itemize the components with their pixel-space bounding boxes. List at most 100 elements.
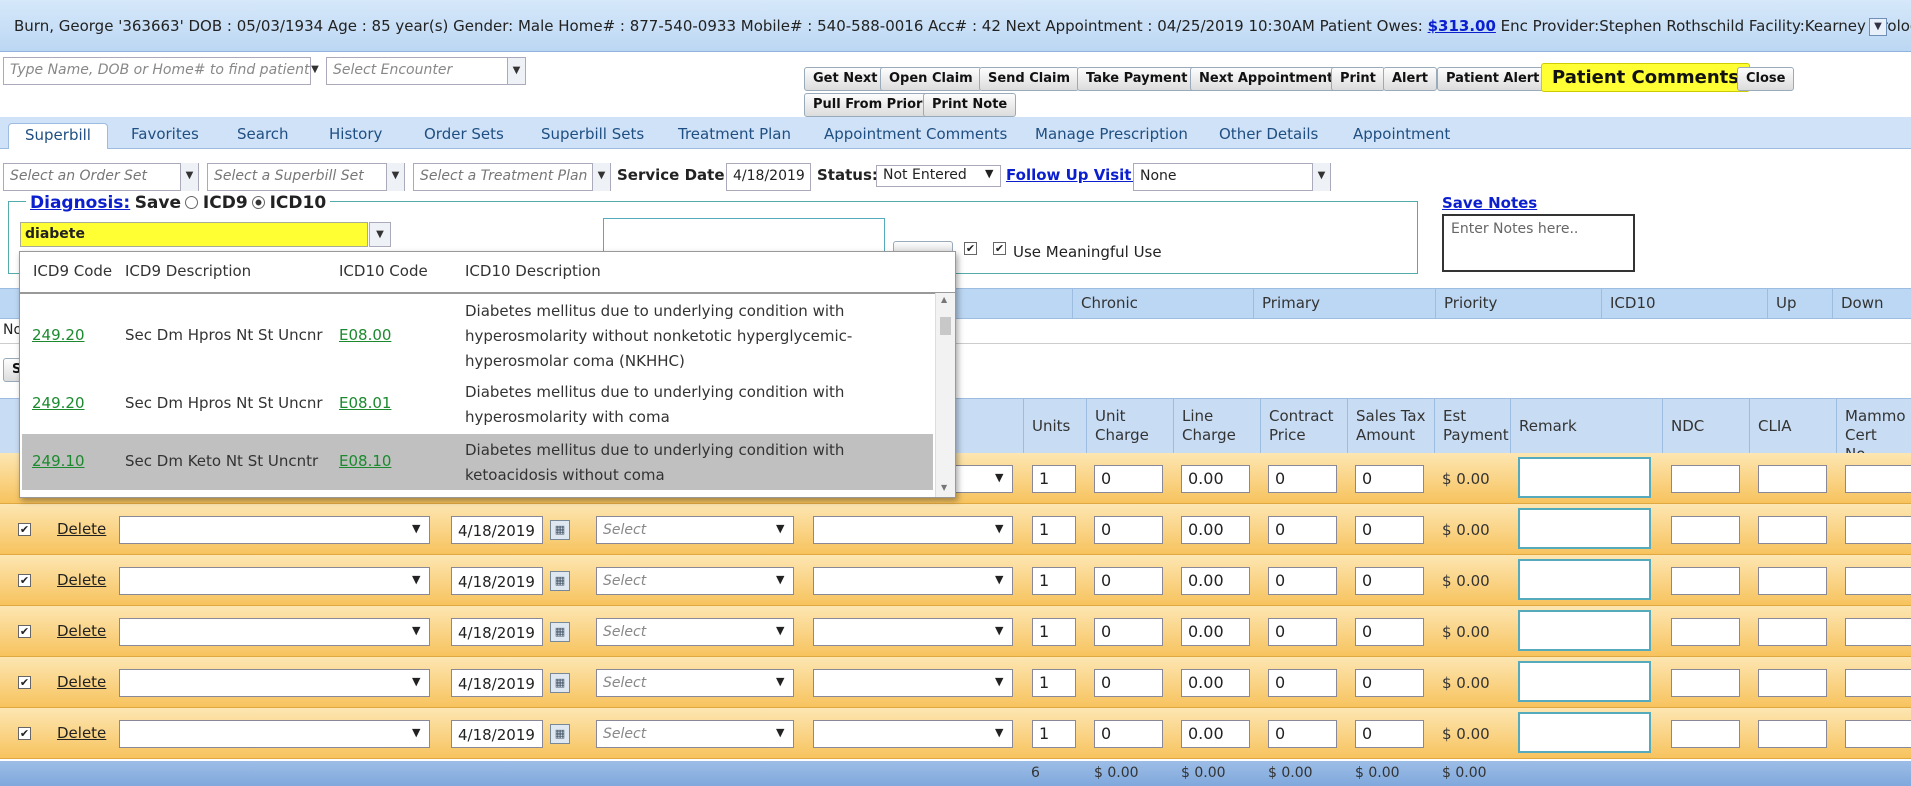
line-charge-input[interactable]: 0.00 [1181,618,1250,646]
procedure-select[interactable] [119,669,430,697]
print-note-button[interactable]: Print Note [923,93,1017,117]
scroll-up-icon[interactable]: ▲ [941,295,947,304]
row-checkbox[interactable]: ✔ [18,523,31,536]
pos-select[interactable] [813,669,1013,697]
modifier-select[interactable]: Select [596,618,794,646]
modifier-select[interactable]: Select [596,720,794,748]
follow-up-select[interactable]: None [1133,163,1331,191]
clia-input[interactable] [1758,720,1827,748]
chevron-down-icon[interactable]: ▼ [412,522,420,535]
procedure-select[interactable] [119,567,430,595]
remark-textarea[interactable] [1518,457,1651,498]
icd9-code-link[interactable]: 249.10 [32,452,85,470]
line-charge-input[interactable]: 0.00 [1181,669,1250,697]
remark-textarea[interactable] [1518,559,1651,600]
chevron-down-icon[interactable]: ▼ [776,522,784,535]
remark-textarea[interactable] [1518,712,1651,753]
line-charge-input[interactable]: 0.00 [1181,465,1250,493]
popup-row-selected[interactable]: 249.10 Sec Dm Keto Nt St Uncntr E08.10 D… [22,434,933,490]
clia-input[interactable] [1758,618,1827,646]
superbill-set-select[interactable]: Select a Superbill Set [207,163,405,191]
mammo-cert-input[interactable] [1845,720,1911,748]
unit-charge-input[interactable]: 0 [1094,720,1163,748]
chevron-down-icon[interactable]: ▼ [776,573,784,586]
diagnosis-search-input[interactable]: diabete [20,222,368,247]
chevron-down-icon[interactable]: ▼ [180,163,198,191]
next-appointment-button[interactable]: Next Appointment [1190,67,1343,91]
remark-textarea[interactable] [1518,661,1651,702]
tab-search[interactable]: Search [233,123,293,149]
unit-charge-input[interactable]: 0 [1094,669,1163,697]
checkbox[interactable]: ✔ [964,242,977,255]
alert-button[interactable]: Alert [1383,67,1437,91]
mammo-cert-input[interactable] [1845,567,1911,595]
contract-price-input[interactable]: 0 [1268,669,1337,697]
chevron-down-icon[interactable]: ▼ [776,726,784,739]
icd9-radio[interactable] [185,196,199,209]
service-date-field[interactable]: 4/18/2019 [451,618,543,646]
ndc-input[interactable] [1671,516,1740,544]
popup-row[interactable]: 249.20 Sec Dm Hpros Nt St Uncnr E08.00 D… [22,299,933,379]
status-select[interactable]: Not Entered [876,165,1001,187]
tab-appointment-comments[interactable]: Appointment Comments [820,123,1011,149]
chevron-down-icon[interactable]: ▼ [776,675,784,688]
chevron-down-icon[interactable]: ▼ [995,624,1003,637]
patient-comments-button[interactable]: Patient Comments [1541,63,1750,92]
modifier-select[interactable]: Select [596,567,794,595]
delete-link[interactable]: Delete [57,673,106,691]
remark-textarea[interactable] [1518,610,1651,651]
chevron-down-icon[interactable]: ▼ [995,471,1003,484]
pos-select[interactable] [813,567,1013,595]
contract-price-input[interactable]: 0 [1268,567,1337,595]
procedure-select[interactable] [119,618,430,646]
scroll-thumb[interactable] [940,317,951,335]
ndc-input[interactable] [1671,618,1740,646]
contract-price-input[interactable]: 0 [1268,516,1337,544]
line-charge-input[interactable]: 0.00 [1181,516,1250,544]
ndc-input[interactable] [1671,567,1740,595]
chevron-down-icon[interactable]: ▼ [776,624,784,637]
service-date-input[interactable]: 4/18/2019 [726,163,811,191]
contract-price-input[interactable]: 0 [1268,465,1337,493]
tab-history[interactable]: History [325,123,386,149]
calendar-icon[interactable]: ▦ [550,673,570,693]
ndc-input[interactable] [1671,720,1740,748]
unit-charge-input[interactable]: 0 [1094,465,1163,493]
chevron-down-icon[interactable]: ▼ [369,222,391,247]
patient-owes-link[interactable]: $313.00 [1428,17,1496,35]
save-notes-link[interactable]: Save Notes [1442,194,1537,212]
calendar-icon[interactable]: ▦ [550,724,570,744]
unit-charge-input[interactable]: 0 [1094,618,1163,646]
units-input[interactable]: 1 [1032,516,1076,544]
tab-superbill[interactable]: Superbill [8,123,108,149]
unit-charge-input[interactable]: 0 [1094,516,1163,544]
meaningful-use-checkbox[interactable]: ✔ [993,242,1006,255]
icd10-code-link[interactable]: E08.10 [339,452,391,470]
service-date-field[interactable]: 4/18/2019 [451,567,543,595]
service-date-field[interactable]: 4/18/2019 [451,720,543,748]
clia-input[interactable] [1758,516,1827,544]
service-date-field[interactable]: 4/18/2019 [451,516,543,544]
patient-search-input[interactable]: Type Name, DOB or Home# to find patient [3,57,311,85]
chevron-down-icon[interactable]: ▼ [412,624,420,637]
pull-from-prior-button[interactable]: Pull From Prior [804,93,932,117]
icd9-code-link[interactable]: 249.20 [32,394,85,412]
service-date-field[interactable]: 4/18/2019 [451,669,543,697]
ndc-input[interactable] [1671,465,1740,493]
diagnosis-link[interactable]: Diagnosis: [30,193,130,213]
icd10-code-link[interactable]: E08.00 [339,326,391,344]
calendar-icon[interactable]: ▦ [550,622,570,642]
chevron-down-icon[interactable]: ▼ [995,522,1003,535]
unit-charge-input[interactable]: 0 [1094,567,1163,595]
row-checkbox[interactable]: ✔ [18,676,31,689]
bar-menu-icon[interactable]: ▼ [1869,18,1887,36]
sales-tax-input[interactable]: 0 [1355,567,1424,595]
contract-price-input[interactable]: 0 [1268,720,1337,748]
chevron-down-icon[interactable]: ▼ [386,163,404,191]
mammo-cert-input[interactable] [1845,465,1911,493]
sales-tax-input[interactable]: 0 [1355,516,1424,544]
follow-up-visit-link[interactable]: Follow Up Visit: [1006,166,1137,184]
row-checkbox[interactable]: ✔ [18,625,31,638]
chevron-down-icon[interactable]: ▼ [412,726,420,739]
delete-link[interactable]: Delete [57,520,106,538]
